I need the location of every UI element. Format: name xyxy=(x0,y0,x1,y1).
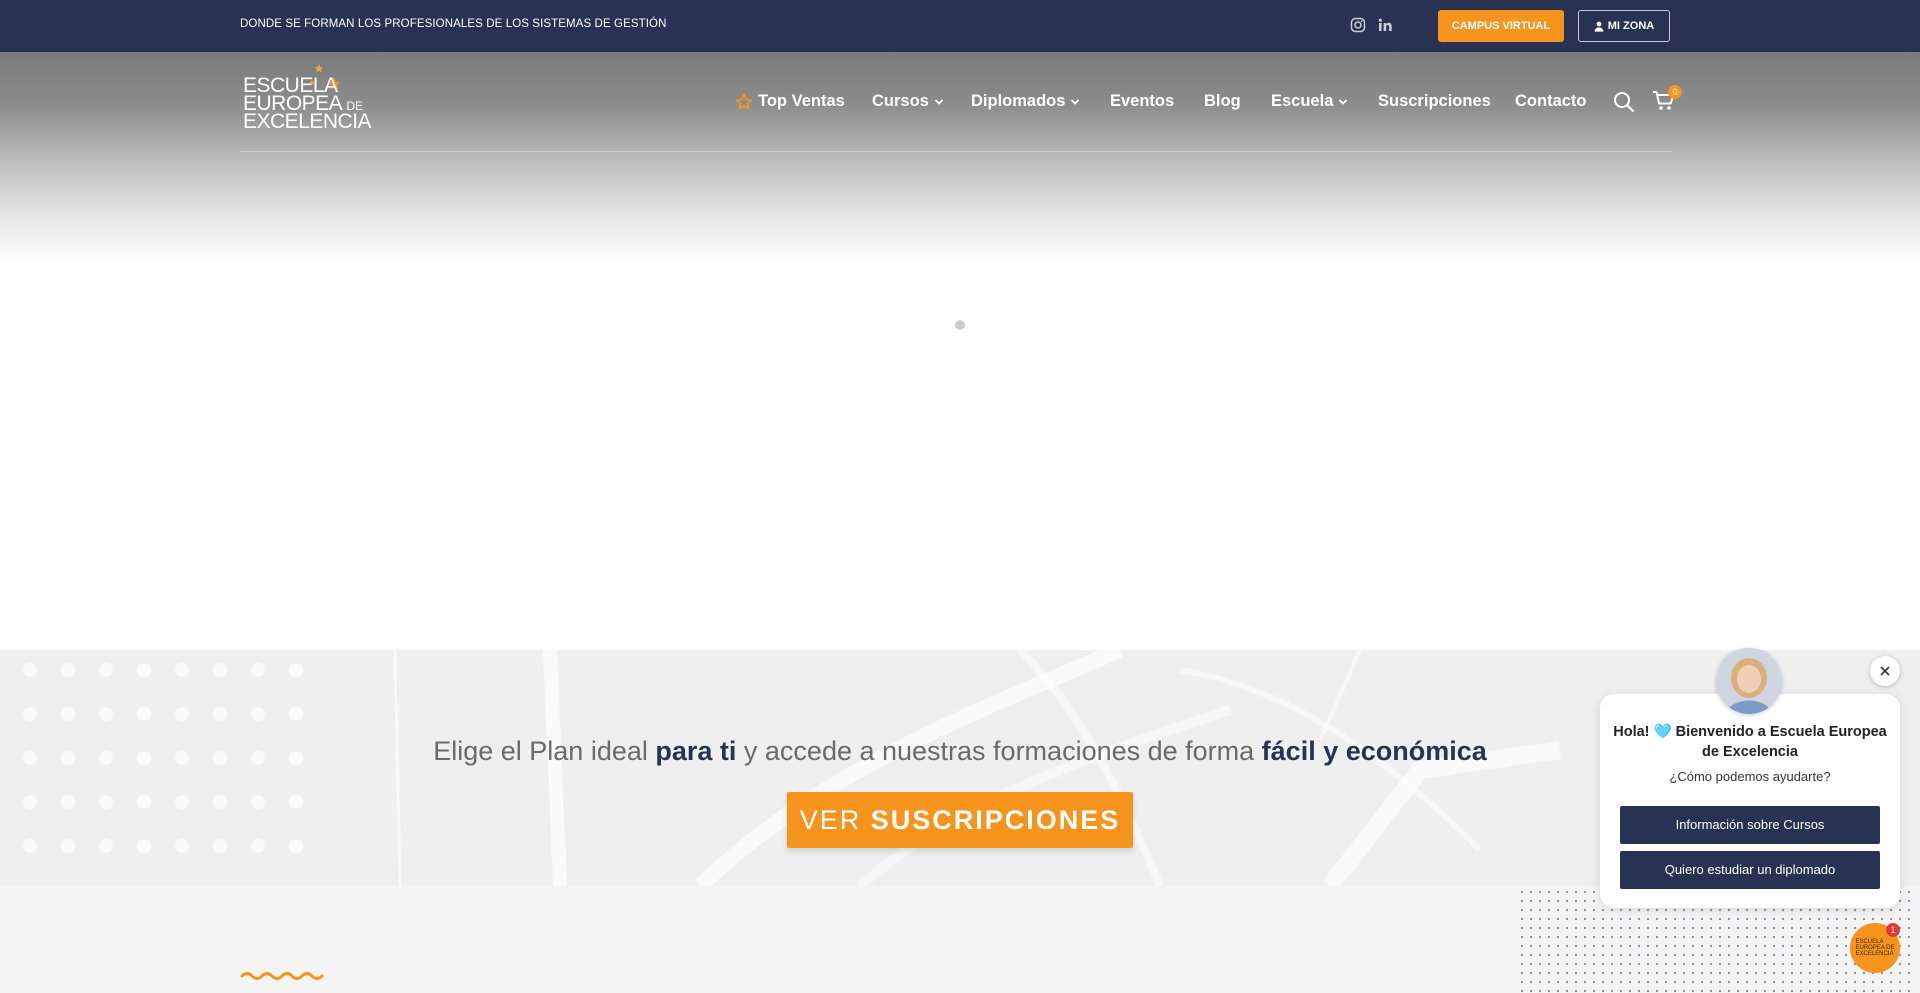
logo-line-3: EXCELENCIA xyxy=(243,110,372,133)
decorative-wave xyxy=(240,972,324,980)
chevron-down-icon xyxy=(934,98,943,105)
linkedin-icon[interactable] xyxy=(1376,16,1394,34)
instagram-icon[interactable] xyxy=(1349,16,1367,34)
star-icon xyxy=(735,93,753,110)
chat-option-diplomado[interactable]: Quiero estudiar un diplomado xyxy=(1620,851,1880,889)
chevron-down-icon xyxy=(1071,98,1080,105)
nav-cursos[interactable]: Cursos xyxy=(872,92,944,111)
top-bar: DONDE SE FORMAN LOS PROFESIONALES DE LOS… xyxy=(0,0,1920,52)
nav-escuela[interactable]: Escuela xyxy=(1271,92,1348,111)
close-icon xyxy=(1880,666,1890,676)
cart-count-badge: 0 xyxy=(1668,85,1682,99)
chat-question: ¿Cómo podemos ayudarte? xyxy=(1669,769,1831,784)
chat-launcher-logo: ESCUELA EUROPEA DE EXCELENCIA xyxy=(1855,939,1895,957)
mi-zona-label: MI ZONA xyxy=(1607,20,1655,32)
tagline: DONDE SE FORMAN LOS PROFESIONALES DE LOS… xyxy=(240,18,667,30)
chat-notification-badge: 1 xyxy=(1886,923,1900,937)
slider-loader-dot xyxy=(955,320,965,330)
nav-eventos[interactable]: Eventos xyxy=(1110,92,1174,111)
search-icon[interactable] xyxy=(1613,91,1635,113)
nav-blog[interactable]: Blog xyxy=(1204,92,1241,111)
nav-top-ventas[interactable]: Top Ventas xyxy=(735,92,845,111)
chat-close-button[interactable] xyxy=(1870,656,1900,686)
agent-avatar xyxy=(1716,648,1782,714)
chevron-down-icon xyxy=(1339,98,1348,105)
header-divider xyxy=(240,151,1672,152)
nav-suscripciones[interactable]: Suscripciones xyxy=(1378,92,1491,111)
chat-option-cursos[interactable]: Información sobre Cursos xyxy=(1620,806,1880,844)
nav-contacto[interactable]: Contacto xyxy=(1515,92,1587,111)
site-logo[interactable]: ESCUELA EUROPEA DE EXCELENCIA xyxy=(243,62,383,138)
user-icon xyxy=(1594,21,1604,32)
ver-suscripciones-button[interactable]: VER SUSCRIPCIONES xyxy=(787,792,1133,848)
mi-zona-button[interactable]: MI ZONA xyxy=(1578,10,1670,42)
campus-virtual-button[interactable]: CAMPUS VIRTUAL xyxy=(1438,10,1564,42)
chat-greeting: Hola! 🩵 Bienvenido a Escuela Europea de … xyxy=(1613,724,1887,760)
nav-diplomados[interactable]: Diplomados xyxy=(971,92,1080,111)
